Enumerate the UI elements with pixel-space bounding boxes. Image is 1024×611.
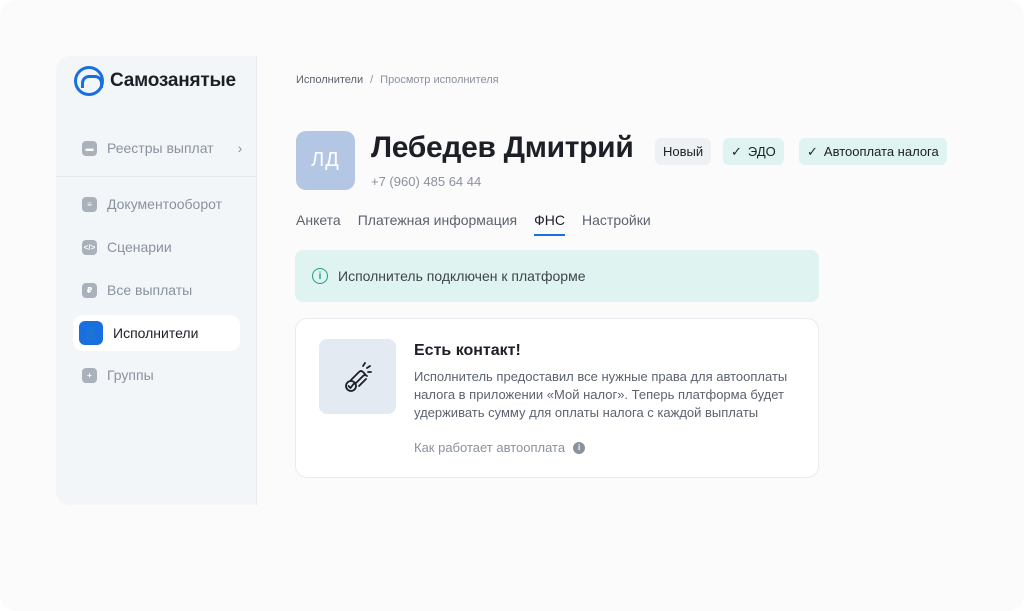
status-badge-new: Новый [655, 138, 712, 165]
sidebar-divider [56, 176, 256, 177]
app-window: Самозанятые ▬ Реестры выплат › ≡ Докумен… [0, 0, 1024, 611]
status-badge-autopay: ✓ Автооплата налога [799, 138, 947, 165]
sidebar: Самозанятые ▬ Реестры выплат › ≡ Докумен… [56, 56, 257, 505]
logo-icon [74, 66, 104, 96]
connected-alert: i Исполнитель подключен к платформе [295, 250, 819, 302]
sidebar-item-scenarios[interactable]: </> Сценарии [82, 239, 172, 255]
sidebar-item-payment-registries[interactable]: ▬ Реестры выплат › [82, 140, 242, 156]
status-badge-edo: ✓ ЭДО [723, 138, 784, 165]
check-icon: ✓ [731, 143, 742, 159]
sidebar-item-performers[interactable]: 👤 Исполнители [73, 315, 240, 351]
sidebar-item-all-payments[interactable]: ₽ Все выплаты [82, 282, 192, 298]
sidebar-item-label: Группы [107, 367, 154, 383]
sidebar-item-label: Реестры выплат [107, 140, 214, 156]
card-title: Есть контакт! [414, 342, 521, 359]
sidebar-item-groups[interactable]: + Группы [82, 367, 154, 383]
badge-label: ЭДО [747, 144, 776, 159]
breadcrumb: Исполнители / Просмотр исполнителя [296, 74, 499, 86]
page-title: Лебедев Дмитрий [371, 131, 634, 164]
ruble-icon: ₽ [82, 282, 97, 298]
document-icon: ≡ [82, 196, 97, 212]
info-icon: i [312, 268, 328, 284]
tab-settings[interactable]: Настройки [582, 212, 651, 234]
tabs: Анкета Платежная информация ФНС Настройк… [296, 212, 651, 236]
link-label: Как работает автооплата [414, 440, 566, 455]
sidebar-item-label: Сценарии [107, 239, 172, 255]
app-name: Самозанятые [110, 70, 236, 91]
sidebar-item-label: Исполнители [113, 325, 199, 341]
add-group-icon: + [82, 367, 97, 383]
wallet-icon: ▬ [82, 140, 97, 156]
users-icon: 👤 [79, 321, 103, 345]
card-description: Исполнитель предоставил все нужные права… [414, 369, 788, 420]
breadcrumb-link-performers[interactable]: Исполнители [296, 74, 363, 86]
breadcrumb-separator: / [370, 74, 374, 86]
badge-label: Новый [663, 144, 704, 159]
code-icon: </> [82, 239, 97, 255]
chevron-right-icon: › [237, 140, 243, 156]
breadcrumb-current: Просмотр исполнителя [380, 74, 499, 86]
sidebar-item-documents[interactable]: ≡ Документооборот [82, 196, 222, 212]
logo[interactable]: Самозанятые [74, 66, 236, 96]
info-icon: i [573, 441, 586, 454]
sidebar-item-label: Все выплаты [107, 282, 193, 298]
phone-number: +7 (960) 485 64 44 [371, 174, 482, 189]
check-icon: ✓ [807, 143, 818, 159]
sidebar-item-label: Документооборот [107, 196, 223, 212]
autopay-help-link[interactable]: Как работает автооплата i [414, 440, 586, 455]
avatar: ЛД [296, 131, 355, 190]
handshake-check-icon [319, 339, 396, 414]
contact-card: Есть контакт! Исполнитель предоставил вс… [295, 318, 819, 478]
tab-fns[interactable]: ФНС [534, 212, 565, 236]
tab-payment-info[interactable]: Платежная информация [358, 212, 517, 234]
badge-label: Автооплата налога [823, 144, 939, 159]
alert-text: Исполнитель подключен к платформе [338, 268, 586, 284]
tab-profile[interactable]: Анкета [296, 212, 341, 234]
